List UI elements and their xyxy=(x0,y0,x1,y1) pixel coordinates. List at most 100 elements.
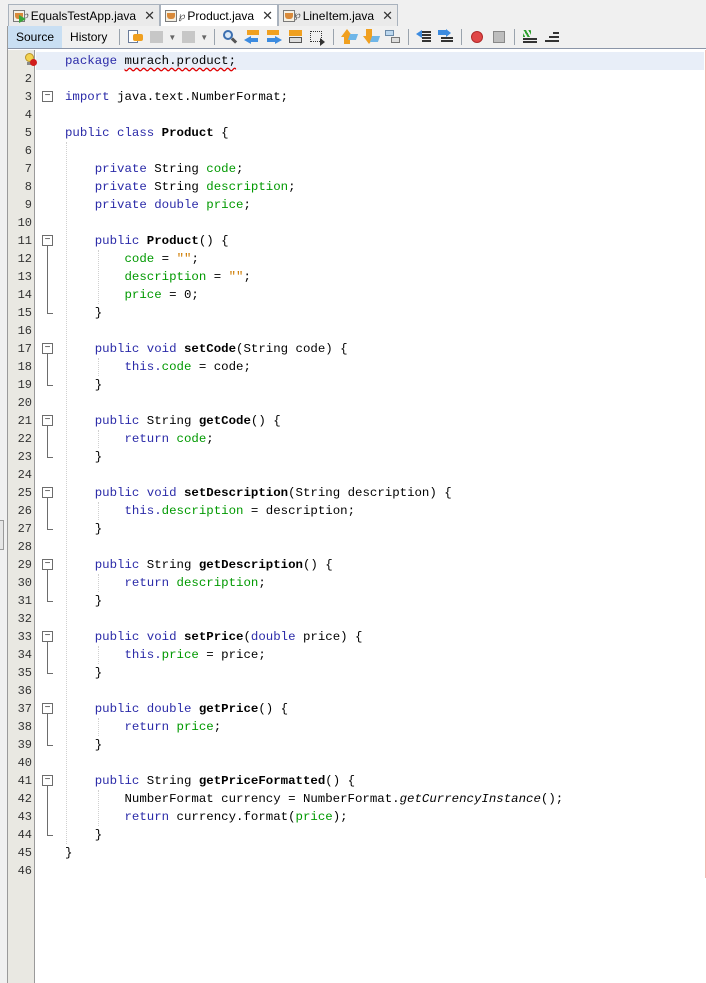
tab-equalstestapp[interactable]: ℘ EqualsTestApp.java ✕ xyxy=(8,4,160,26)
code-line[interactable]: return description; xyxy=(65,574,265,592)
shift-left-icon[interactable] xyxy=(415,29,433,45)
code-line[interactable]: package murach.product; xyxy=(65,52,236,70)
close-tab-icon[interactable]: ✕ xyxy=(382,8,393,24)
code-token: () { xyxy=(250,414,281,428)
toggle-rect-select-icon[interactable] xyxy=(309,29,327,46)
code-line[interactable]: description = ""; xyxy=(65,268,251,286)
code-line[interactable]: return price; xyxy=(65,718,221,736)
comment-icon[interactable] xyxy=(521,29,539,45)
error-hint-bulb-icon[interactable] xyxy=(24,53,37,67)
code-line[interactable]: return currency.format(price); xyxy=(65,808,348,826)
code-token: String xyxy=(146,774,199,788)
last-edit-icon[interactable] xyxy=(126,29,144,45)
code-line[interactable]: public void setPrice(double price) { xyxy=(65,628,363,646)
toggle-highlight-icon[interactable] xyxy=(287,29,305,45)
code-token: = xyxy=(154,252,177,266)
code-token: code xyxy=(176,432,207,446)
start-macro-recording-icon[interactable] xyxy=(468,29,486,45)
tab-product[interactable]: ℘ Product.java ✕ xyxy=(160,4,278,27)
previous-bookmark-icon[interactable] xyxy=(340,29,359,45)
code-line[interactable]: this.price = price; xyxy=(65,646,266,664)
forward-dropdown-icon[interactable]: ▼ xyxy=(200,33,208,42)
back-dropdown-icon[interactable]: ▼ xyxy=(168,33,176,42)
line-number: 22 xyxy=(17,432,32,446)
find-next-icon[interactable] xyxy=(265,29,283,45)
code-line[interactable]: } xyxy=(65,592,102,610)
forward-icon[interactable] xyxy=(180,29,198,45)
fold-toggle-icon[interactable]: − xyxy=(42,703,53,714)
tab-lineitem[interactable]: ℘ LineItem.java ✕ xyxy=(278,4,398,26)
code-line[interactable]: public Product() { xyxy=(65,232,229,250)
collapsed-panel-handle[interactable] xyxy=(0,520,4,550)
code-line[interactable]: public void setDescription(String descri… xyxy=(65,484,452,502)
code-token: getCode xyxy=(198,414,251,428)
code-line[interactable]: public String getPriceFormatted() { xyxy=(65,772,355,790)
source-view-button[interactable]: Source xyxy=(8,26,63,48)
code-line[interactable]: } xyxy=(65,304,102,322)
close-tab-icon[interactable]: ✕ xyxy=(144,8,155,24)
find-previous-icon[interactable] xyxy=(243,29,261,45)
stop-macro-recording-icon[interactable] xyxy=(490,29,508,45)
indent-guide xyxy=(98,502,99,520)
code-token: Product xyxy=(161,126,214,140)
code-token: public void xyxy=(65,342,184,356)
shift-right-icon[interactable] xyxy=(437,29,455,45)
fold-end-marker xyxy=(47,529,53,530)
code-line[interactable]: import java.text.NumberFormat; xyxy=(65,88,288,106)
fold-toggle-icon[interactable]: − xyxy=(42,487,53,498)
code-line[interactable]: this.code = code; xyxy=(65,358,250,376)
fold-toggle-icon[interactable]: − xyxy=(42,415,53,426)
find-icon[interactable] xyxy=(221,29,239,45)
line-number: 5 xyxy=(24,126,32,140)
code-line[interactable]: return code; xyxy=(65,430,213,448)
fold-toggle-icon[interactable]: − xyxy=(42,91,53,102)
fold-toggle-icon[interactable]: − xyxy=(42,631,53,642)
code-line[interactable]: private double price; xyxy=(65,196,251,214)
line-number: 7 xyxy=(24,162,32,176)
close-tab-icon[interactable]: ✕ xyxy=(262,8,273,24)
line-number: 18 xyxy=(17,360,32,374)
code-line[interactable]: public class Product { xyxy=(65,124,229,142)
fold-toggle-icon[interactable]: − xyxy=(42,559,53,570)
fold-end-marker xyxy=(47,835,53,836)
fold-range-line xyxy=(47,642,48,673)
line-number: 38 xyxy=(17,720,32,734)
indent-guide xyxy=(98,574,99,592)
toggle-bookmark-icon[interactable] xyxy=(384,29,402,45)
code-line[interactable]: } xyxy=(65,448,102,466)
code-line[interactable]: } xyxy=(65,826,102,844)
code-token: private double xyxy=(65,198,207,212)
fold-toggle-icon[interactable]: − xyxy=(42,235,53,246)
code-line[interactable]: public String getDescription() { xyxy=(65,556,333,574)
line-number: 37 xyxy=(17,702,32,716)
code-line[interactable]: NumberFormat currency = NumberFormat.get… xyxy=(65,790,563,808)
code-line[interactable]: public void setCode(String code) { xyxy=(65,340,348,358)
fold-range-line xyxy=(47,714,48,745)
history-view-button[interactable]: History xyxy=(62,26,115,48)
back-icon[interactable] xyxy=(148,29,166,45)
code-line[interactable]: public String getCode() { xyxy=(65,412,281,430)
code-token: String xyxy=(154,162,207,176)
code-token: ); xyxy=(332,810,348,824)
fold-toggle-icon[interactable]: − xyxy=(42,775,53,786)
code-line[interactable]: } xyxy=(65,664,102,682)
code-line[interactable]: this.description = description; xyxy=(65,502,355,520)
fold-range-line xyxy=(47,786,48,835)
code-line[interactable]: code = ""; xyxy=(65,250,199,268)
code-line[interactable]: private String code; xyxy=(65,160,244,178)
code-token: = price; xyxy=(198,648,266,662)
code-line[interactable]: price = 0; xyxy=(65,286,199,304)
code-line[interactable]: } xyxy=(65,736,102,754)
code-line[interactable]: } xyxy=(65,844,72,862)
code-token: Product xyxy=(146,234,199,248)
line-number: 14 xyxy=(17,288,32,302)
code-line[interactable]: private String description; xyxy=(65,178,296,196)
code-line[interactable]: } xyxy=(65,376,102,394)
next-bookmark-icon[interactable] xyxy=(362,29,381,45)
fold-toggle-icon[interactable]: − xyxy=(42,343,53,354)
code-line[interactable]: public double getPrice() { xyxy=(65,700,288,718)
code-token: java.text.NumberFormat; xyxy=(117,90,289,104)
code-line[interactable]: } xyxy=(65,520,102,538)
uncomment-icon[interactable] xyxy=(543,29,561,45)
